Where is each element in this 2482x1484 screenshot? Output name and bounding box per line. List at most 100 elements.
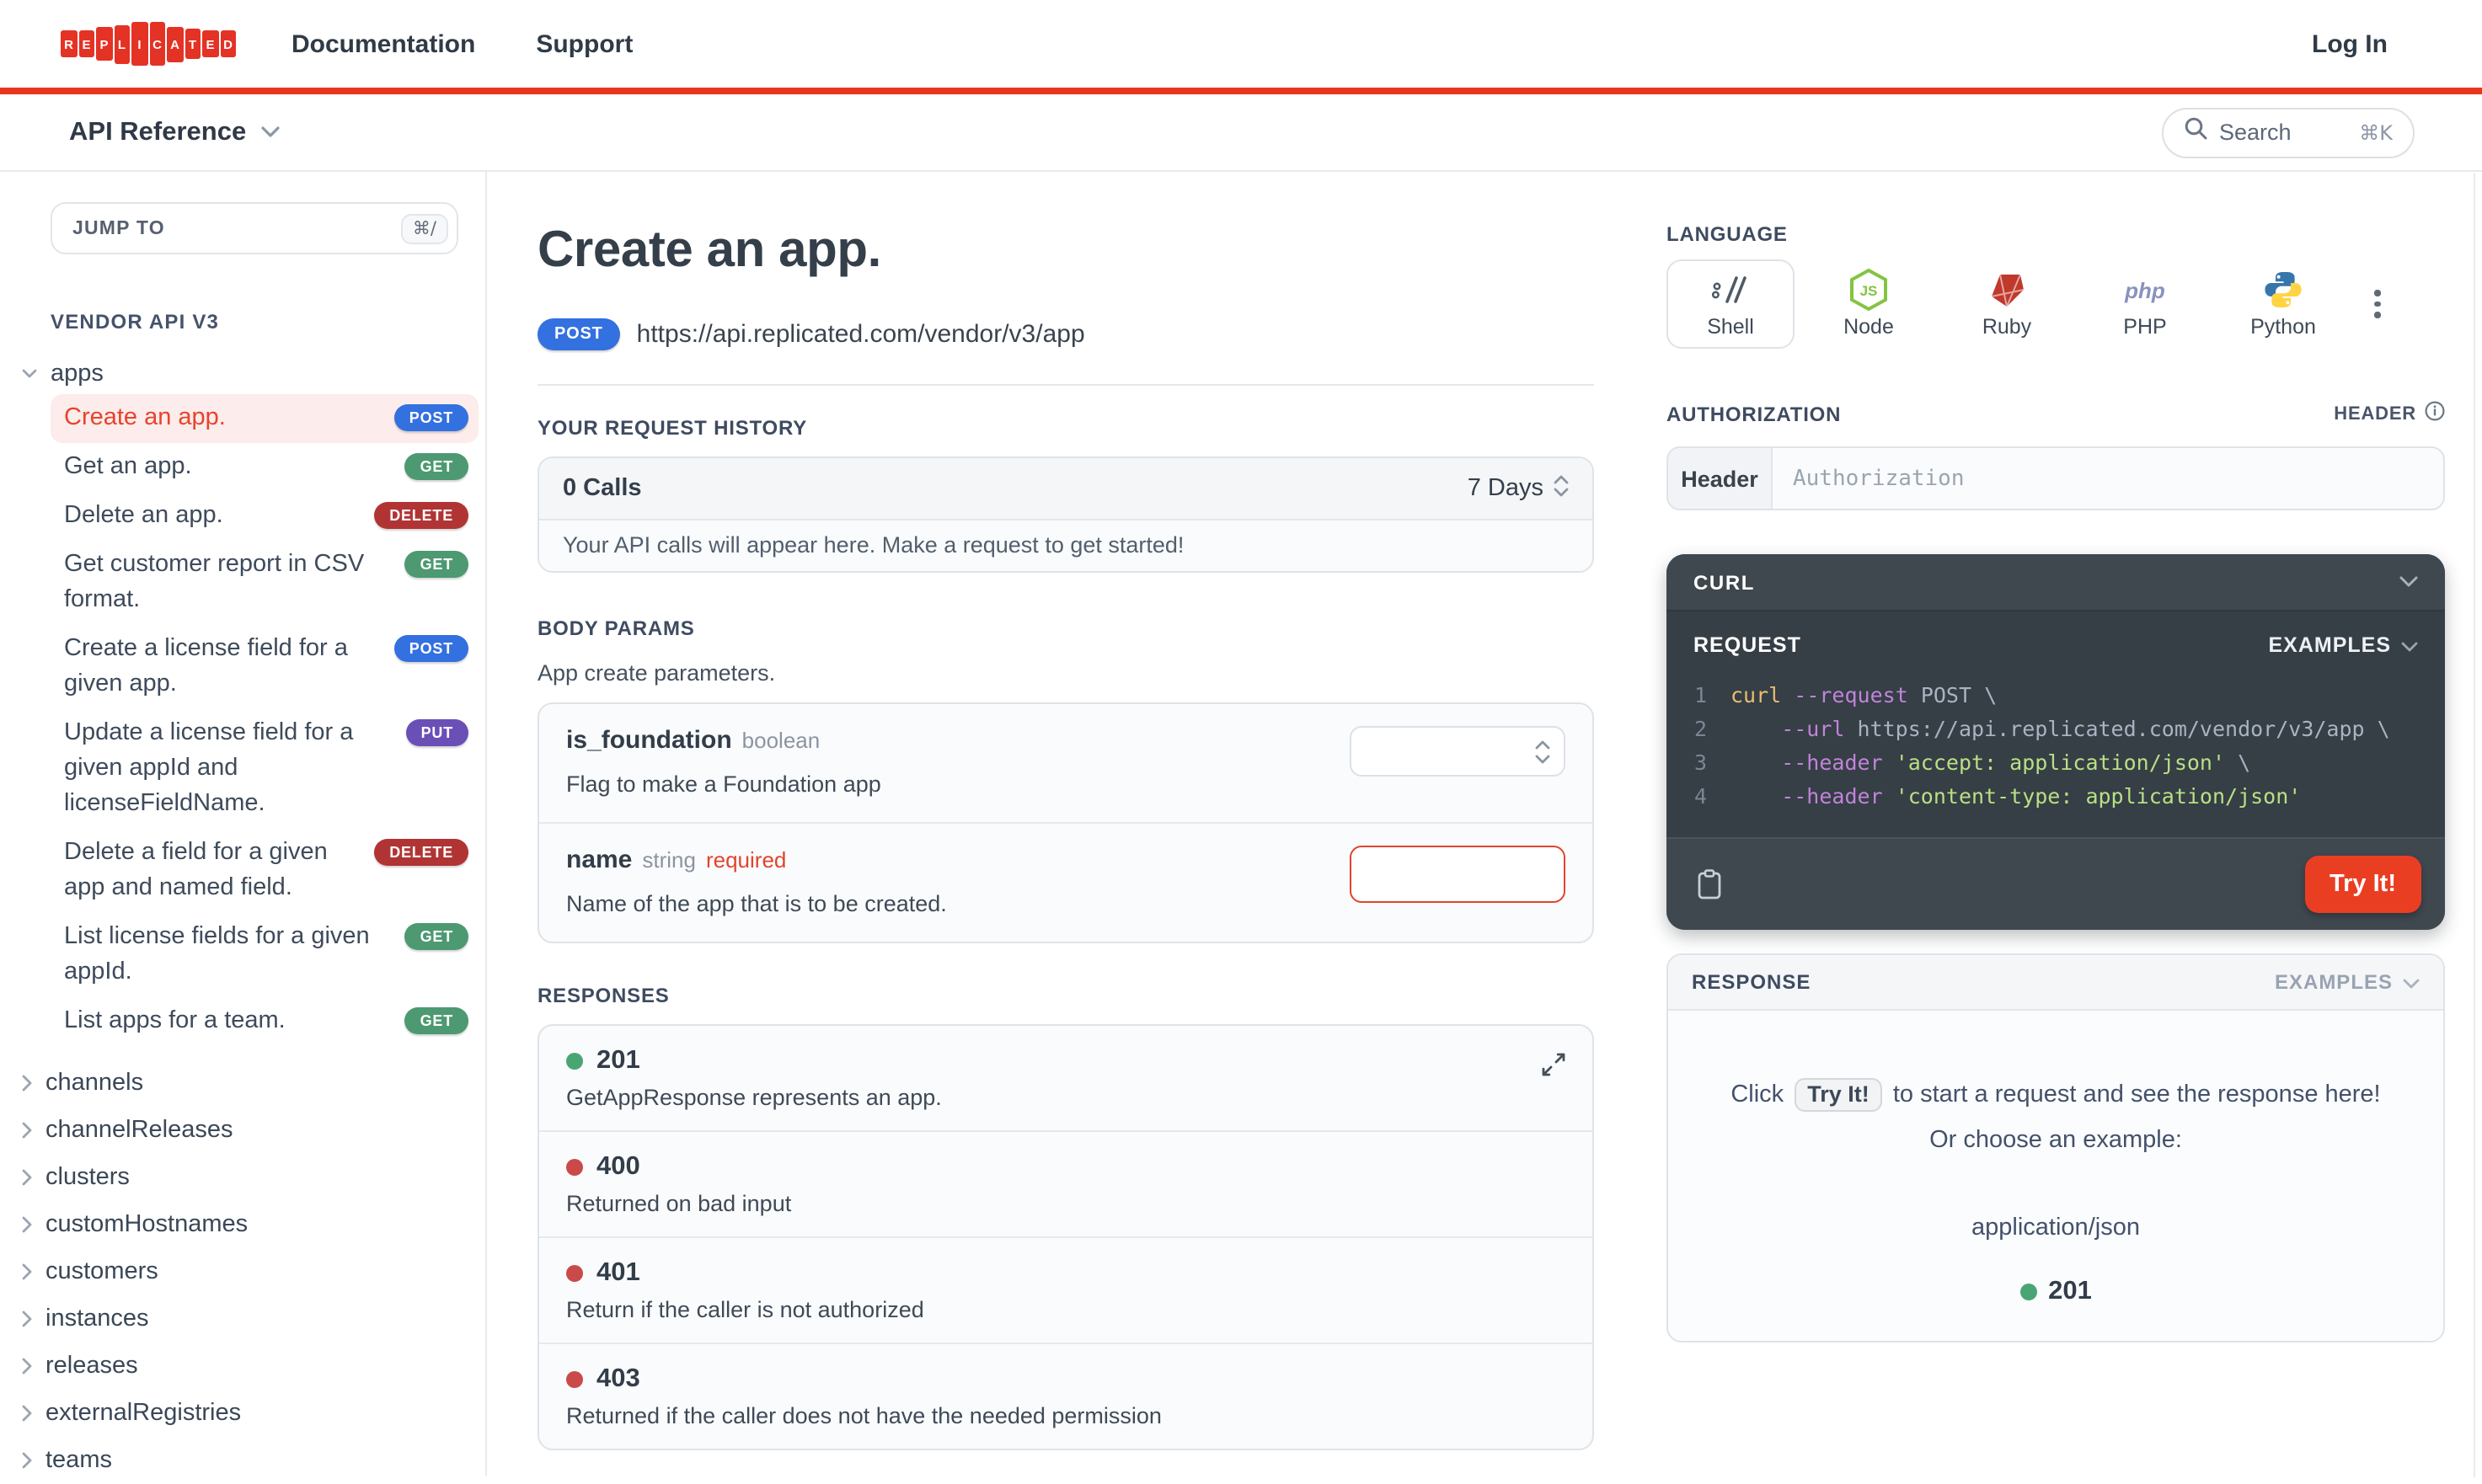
sub-navbar: API Reference ⌘K <box>0 94 2482 172</box>
request-examples-dropdown[interactable]: EXAMPLES <box>2268 633 2418 657</box>
logo-letter-tile: D <box>220 30 236 57</box>
examples-label: EXAMPLES <box>2268 633 2391 657</box>
example-content-type[interactable]: application/json <box>1709 1214 2403 1241</box>
method-badge: POST <box>393 635 468 662</box>
sidebar-group-customers[interactable]: customers <box>22 1248 485 1295</box>
scroll-edge-divider <box>2474 173 2475 1477</box>
endpoint-label: Get customer report in CSV format. <box>64 551 365 613</box>
examples-label: EXAMPLES <box>2274 970 2393 994</box>
info-icon[interactable] <box>2425 399 2445 430</box>
sidebar-group-externalRegistries[interactable]: externalRegistries <box>22 1390 485 1437</box>
curl-title: CURL <box>1693 570 1756 594</box>
response-row-401[interactable]: 401 Return if the caller is not authorize… <box>539 1236 1592 1343</box>
sidebar-endpoint-item[interactable]: Create an app. POST <box>51 394 479 443</box>
logo-letter-tile: I <box>131 22 147 66</box>
project-switcher[interactable]: API Reference <box>69 117 280 147</box>
endpoint-list: Create an app. POST Get an app. GET Delete a… <box>0 394 485 1046</box>
language-label: Node <box>1843 315 1894 339</box>
language-heading: LANGUAGE <box>1666 222 1788 246</box>
replicated-logo[interactable]: REPLICATED <box>61 19 236 69</box>
search-box[interactable]: ⌘K <box>2162 107 2415 157</box>
response-examples-dropdown[interactable]: EXAMPLES <box>2275 970 2420 994</box>
endpoint-label: Get an app. <box>64 453 192 480</box>
authorization-input[interactable] <box>1773 448 2443 509</box>
auth-location-badge: HEADER <box>2334 404 2416 424</box>
response-code: 401 <box>596 1258 640 1287</box>
sidebar-group-channels[interactable]: channels <box>22 1060 485 1107</box>
ruby-icon <box>1987 270 2027 310</box>
sidebar-endpoint-item[interactable]: List apps for a team. GET <box>51 997 479 1046</box>
group-label: teams <box>45 1447 112 1474</box>
sidebar-group-clusters[interactable]: clusters <box>22 1154 485 1201</box>
language-picker: Shell JS Node Ruby php PHP Python <box>1666 259 2445 349</box>
endpoint-label: Delete a field for a given app and named… <box>64 839 328 901</box>
sidebar-endpoint-item[interactable]: List license fields for a given appId. GE… <box>51 913 479 997</box>
language-label: PHP <box>2123 315 2167 339</box>
error-dot-icon <box>566 1371 583 1388</box>
success-dot-icon <box>566 1053 583 1070</box>
nav-link-documentation[interactable]: Documentation <box>292 29 475 58</box>
param-description: Flag to make a Foundation app <box>566 771 881 797</box>
sidebar-group-releases[interactable]: releases <box>22 1343 485 1390</box>
content-area: ⌘/ VENDOR API V3 apps Create an app. POST… <box>0 172 2482 1476</box>
log-in-link[interactable]: Log In <box>2312 29 2388 58</box>
jump-to-input[interactable] <box>72 218 401 238</box>
sidebar-endpoint-item[interactable]: Get customer report in CSV format. GET <box>51 541 479 625</box>
language-option-ruby[interactable]: Ruby <box>1943 259 2071 349</box>
name-param-input[interactable] <box>1350 846 1565 903</box>
logo-letter-tile: C <box>149 22 165 66</box>
param-required-flag: required <box>705 847 787 873</box>
nav-link-support[interactable]: Support <box>536 29 633 58</box>
example-response-code[interactable]: 201 <box>1709 1277 2403 1341</box>
sidebar-group-channelReleases[interactable]: channelReleases <box>22 1107 485 1154</box>
chevron-down-icon <box>261 126 280 138</box>
sidebar-endpoint-item[interactable]: Create a license field for a given app. P… <box>51 625 479 709</box>
language-option-php[interactable]: php PHP <box>2081 259 2209 349</box>
response-empty-state: Click Try It! to start a request and see… <box>1668 1011 2443 1341</box>
auth-row-label: Header <box>1668 448 1773 509</box>
request-label: REQUEST <box>1693 633 1801 657</box>
chevron-right-icon <box>22 1216 32 1233</box>
chevron-right-icon <box>22 1358 32 1375</box>
sidebar-endpoint-item[interactable]: Delete an app. DELETE <box>51 492 479 541</box>
is-foundation-select[interactable] <box>1350 726 1565 777</box>
response-panel-header: RESPONSE EXAMPLES <box>1668 955 2443 1011</box>
response-row-201[interactable]: 201 GetAppResponse represents an app. <box>539 1026 1592 1130</box>
search-icon <box>2184 116 2207 148</box>
chevron-right-icon <box>22 1169 32 1186</box>
group-label: externalRegistries <box>45 1400 242 1427</box>
search-input[interactable] <box>2219 120 2337 145</box>
copy-icon[interactable] <box>1690 862 1729 906</box>
language-option-python[interactable]: Python <box>2219 259 2347 349</box>
logo-letter-tile: A <box>167 26 183 61</box>
method-badge: DELETE <box>374 502 468 529</box>
jump-to-box[interactable]: ⌘/ <box>51 202 458 254</box>
line-number: 2 <box>1693 716 1707 741</box>
response-row-403[interactable]: 403 Returned if the caller does not have … <box>539 1343 1592 1449</box>
group-label: customers <box>45 1258 158 1285</box>
response-row-400[interactable]: 400 Returned on bad input <box>539 1130 1592 1236</box>
authorization-input-row: Header <box>1666 446 2445 510</box>
param-name: is_foundation <box>566 726 732 755</box>
history-range-select[interactable]: 7 Days <box>1468 474 1569 503</box>
language-option-shell[interactable]: Shell <box>1666 259 1795 349</box>
updown-chevrons-icon <box>1535 739 1550 773</box>
method-badge: GET <box>404 923 468 950</box>
group-list: channels channelReleases clusters customHos… <box>0 1060 485 1484</box>
try-it-button[interactable]: Try It! <box>2304 856 2421 913</box>
sidebar-endpoint-item[interactable]: Delete a field for a given app and named… <box>51 829 479 913</box>
sidebar-group-apps[interactable]: apps <box>22 360 485 387</box>
group-label: channels <box>45 1070 144 1097</box>
line-number: 3 <box>1693 750 1707 775</box>
response-description: Returned on bad input <box>566 1191 792 1216</box>
expand-icon[interactable] <box>1542 1053 1565 1085</box>
sidebar-endpoint-item[interactable]: Update a license field for a given appId… <box>51 709 479 829</box>
method-badge: GET <box>404 1007 468 1034</box>
sidebar-group-instances[interactable]: instances <box>22 1295 485 1343</box>
logo-letter-tile: E <box>202 30 218 57</box>
sidebar-group-customHostnames[interactable]: customHostnames <box>22 1201 485 1248</box>
curl-collapse-header[interactable]: CURL <box>1666 554 2445 611</box>
language-option-node[interactable]: JS Node <box>1805 259 1933 349</box>
more-languages-button[interactable] <box>2364 280 2390 328</box>
sidebar-endpoint-item[interactable]: Get an app. GET <box>51 443 479 492</box>
